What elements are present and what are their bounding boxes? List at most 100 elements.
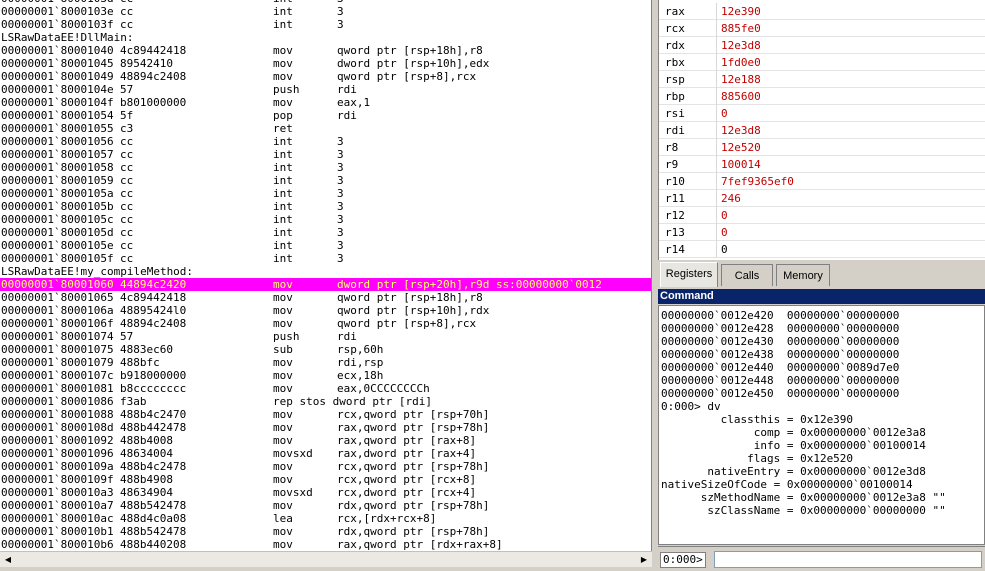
- disassembly-pane[interactable]: 00000001`8000103dccint300000001`8000103e…: [0, 0, 652, 551]
- instruction-mnemonic: int: [273, 213, 293, 226]
- disassembly-line[interactable]: 00000001`8000106f 48894c2408 mov qword ptr …: [0, 317, 651, 330]
- disassembly-line[interactable]: 00000001`80001075 4883ec60 sub rsp,60h: [0, 343, 651, 356]
- disassembly-line[interactable]: 00000001`80001059 cc int 3: [0, 174, 651, 187]
- command-output[interactable]: 00000000`0012e420 00000000`00000000 00000…: [658, 305, 985, 545]
- scroll-right-arrow-icon[interactable]: ▶: [637, 553, 651, 567]
- register-row[interactable]: rdx 12e3d8: [659, 37, 985, 54]
- disassembly-line[interactable]: 00000001`8000105b cc int 3: [0, 200, 651, 213]
- instruction-address: 00000001`8000103e: [1, 5, 114, 18]
- scroll-left-arrow-icon[interactable]: ◀: [1, 553, 15, 567]
- register-value[interactable]: 12e520: [721, 139, 761, 156]
- register-value[interactable]: 885fe0: [721, 20, 761, 37]
- disassembly-line[interactable]: 00000001`8000108d 488b442478 mov rax,qword …: [0, 421, 651, 434]
- registers-pane[interactable]: rax 12e390 rcx 885fe0 rdx 12e3d8 rbx 1fd0e0 rsp 1…: [658, 0, 985, 260]
- disassembly-line[interactable]: 00000001`8000106a 48895424l0 mov qword ptr …: [0, 304, 651, 317]
- instruction-bytes: cc: [120, 148, 134, 161]
- disassembly-line[interactable]: 00000001`80001045 89542410 mov dword ptr [r…: [0, 57, 651, 70]
- disassembly-label[interactable]: LSRawDataEE!my_compileMethod:: [0, 265, 651, 278]
- register-name: r10: [659, 173, 717, 190]
- register-value[interactable]: 12e188: [721, 71, 761, 88]
- register-row[interactable]: rbp 885600: [659, 88, 985, 105]
- disassembly-line[interactable]: 00000001`800010a7 488b542478 mov rdx,qword …: [0, 499, 651, 512]
- disassembly-line[interactable]: 00000001`800010b1 488b542478 mov rdx,qword …: [0, 525, 651, 538]
- disassembly-line[interactable]: 00000001`8000107c b918000000 mov ecx,18h: [0, 369, 651, 382]
- instruction-bytes: cc: [120, 239, 134, 252]
- instruction-address: 00000001`800010ac: [1, 512, 114, 525]
- register-row[interactable]: rsp 12e188: [659, 71, 985, 88]
- disassembly-current-line[interactable]: 00000001`80001060 44894c2420 mov dword ptr …: [0, 278, 651, 291]
- instruction-mnemonic: mov: [273, 538, 293, 551]
- register-value[interactable]: 246: [721, 190, 741, 207]
- disassembly-line[interactable]: 00000001`8000105a cc int 3: [0, 187, 651, 200]
- disassembly-label[interactable]: LSRawDataEE!DllMain:: [0, 31, 651, 44]
- disassembly-line[interactable]: 00000001`80001088 488b4c2470 mov rcx,qword …: [0, 408, 651, 421]
- register-row[interactable]: r8 12e520: [659, 139, 985, 156]
- register-value[interactable]: 0: [721, 105, 728, 122]
- disassembly-line[interactable]: 00000001`8000103e cc int 3: [0, 5, 651, 18]
- disassembly-line[interactable]: 00000001`8000109f 488b4908 mov rcx,qword pt…: [0, 473, 651, 486]
- disassembly-line[interactable]: 00000001`80001049 48894c2408 mov qword ptr …: [0, 70, 651, 83]
- disassembly-line[interactable]: 00000001`80001086 f3ab rep stos dword ptr …: [0, 395, 651, 408]
- register-row[interactable]: rax 12e390: [659, 3, 985, 20]
- disassembly-line[interactable]: 00000001`80001096 48634004 movsxd rax,dword…: [0, 447, 651, 460]
- disassembly-line[interactable]: 00000001`80001074 57 push rdi: [0, 330, 651, 343]
- disassembly-line[interactable]: 00000001`8000104f b801000000 mov eax,1: [0, 96, 651, 109]
- disassembly-line[interactable]: 00000001`8000105f cc int 3: [0, 252, 651, 265]
- command-input[interactable]: [714, 551, 982, 568]
- register-value[interactable]: 0: [721, 224, 728, 241]
- disassembly-line[interactable]: 00000001`80001055 c3 ret: [0, 122, 651, 135]
- instruction-address: 00000001`8000105a: [1, 187, 114, 200]
- register-value[interactable]: 885600: [721, 88, 761, 105]
- instruction-operands: rdi: [337, 330, 357, 343]
- disassembly-horizontal-scrollbar[interactable]: ◀ ▶: [0, 551, 652, 567]
- register-row[interactable]: rcx 885fe0: [659, 20, 985, 37]
- disassembly-line[interactable]: 00000001`80001054 5f pop rdi: [0, 109, 651, 122]
- register-name: rsp: [659, 71, 717, 88]
- disassembly-line[interactable]: 00000001`8000105e cc int 3: [0, 239, 651, 252]
- register-row[interactable]: r13 0: [659, 224, 985, 241]
- disassembly-line[interactable]: 00000001`8000105c cc int 3: [0, 213, 651, 226]
- register-value[interactable]: 7fef9365ef0: [721, 173, 794, 190]
- register-value[interactable]: 12e3d8: [721, 37, 761, 54]
- disassembly-line[interactable]: 00000001`800010ac 488d4c0a08 lea rcx,[rdx+r…: [0, 512, 651, 525]
- disassembly-line[interactable]: 00000001`80001057 cc int 3: [0, 148, 651, 161]
- register-row[interactable]: rbx 1fd0e0: [659, 54, 985, 71]
- disassembly-line[interactable]: 00000001`8000104e 57 push rdi: [0, 83, 651, 96]
- register-value[interactable]: 12e390: [721, 3, 761, 20]
- tab-registers[interactable]: Registers: [660, 262, 718, 287]
- register-value[interactable]: 0: [721, 207, 728, 224]
- disassembly-line[interactable]: 00000001`800010b6 488b440208 mov rax,qword …: [0, 538, 651, 551]
- disassembly-line[interactable]: 00000001`80001040 4c89442418 mov qword ptr …: [0, 44, 651, 57]
- disassembly-line[interactable]: 00000001`80001081 b8cccccccc mov eax,0CCCCC…: [0, 382, 651, 395]
- register-row[interactable]: r12 0: [659, 207, 985, 224]
- disassembly-line[interactable]: 00000001`8000109a 488b4c2478 mov rcx,qword …: [0, 460, 651, 473]
- disassembly-line[interactable]: 00000001`80001056 cc int 3: [0, 135, 651, 148]
- disassembly-line[interactable]: 00000001`80001092 488b4008 mov rax,qword pt…: [0, 434, 651, 447]
- register-row[interactable]: rsi 0: [659, 105, 985, 122]
- register-value[interactable]: 0: [721, 241, 728, 258]
- disassembly-line[interactable]: 00000001`80001065 4c89442418 mov qword ptr …: [0, 291, 651, 304]
- disassembly-line[interactable]: 00000001`8000103f cc int 3: [0, 18, 651, 31]
- register-row[interactable]: r11 246: [659, 190, 985, 207]
- disassembly-line[interactable]: 00000001`80001079 488bfc mov rdi,rsp: [0, 356, 651, 369]
- register-value[interactable]: 1fd0e0: [721, 54, 761, 71]
- instruction-bytes: cc: [120, 174, 134, 187]
- instruction-operands: rcx,qword ptr [rcx+8]: [337, 473, 477, 486]
- command-output-line: nativeEntry = 0x00000000`0012e3d8: [661, 465, 926, 478]
- tab-calls[interactable]: Calls: [721, 264, 773, 286]
- register-row[interactable]: r10 7fef9365ef0: [659, 173, 985, 190]
- register-value[interactable]: 100014: [721, 156, 761, 173]
- register-row[interactable]: r9 100014: [659, 156, 985, 173]
- register-row[interactable]: rdi 12e3d8: [659, 122, 985, 139]
- register-row[interactable]: r14 0: [659, 241, 985, 258]
- tab-memory[interactable]: Memory: [776, 264, 830, 286]
- instruction-mnemonic: int: [273, 148, 293, 161]
- disassembly-line[interactable]: 00000001`80001058 cc int 3: [0, 161, 651, 174]
- instruction-bytes: 48894c2408: [120, 70, 187, 83]
- register-value[interactable]: 12e3d8: [721, 122, 761, 139]
- instruction-bytes: cc: [120, 161, 134, 174]
- instruction-operands: rcx,qword ptr [rsp+78h]: [337, 460, 490, 473]
- disassembly-line[interactable]: 00000001`8000105d cc int 3: [0, 226, 651, 239]
- instruction-bytes: 4883ec60: [120, 343, 173, 356]
- disassembly-line[interactable]: 00000001`800010a3 48634904 movsxd rcx,dword…: [0, 486, 651, 499]
